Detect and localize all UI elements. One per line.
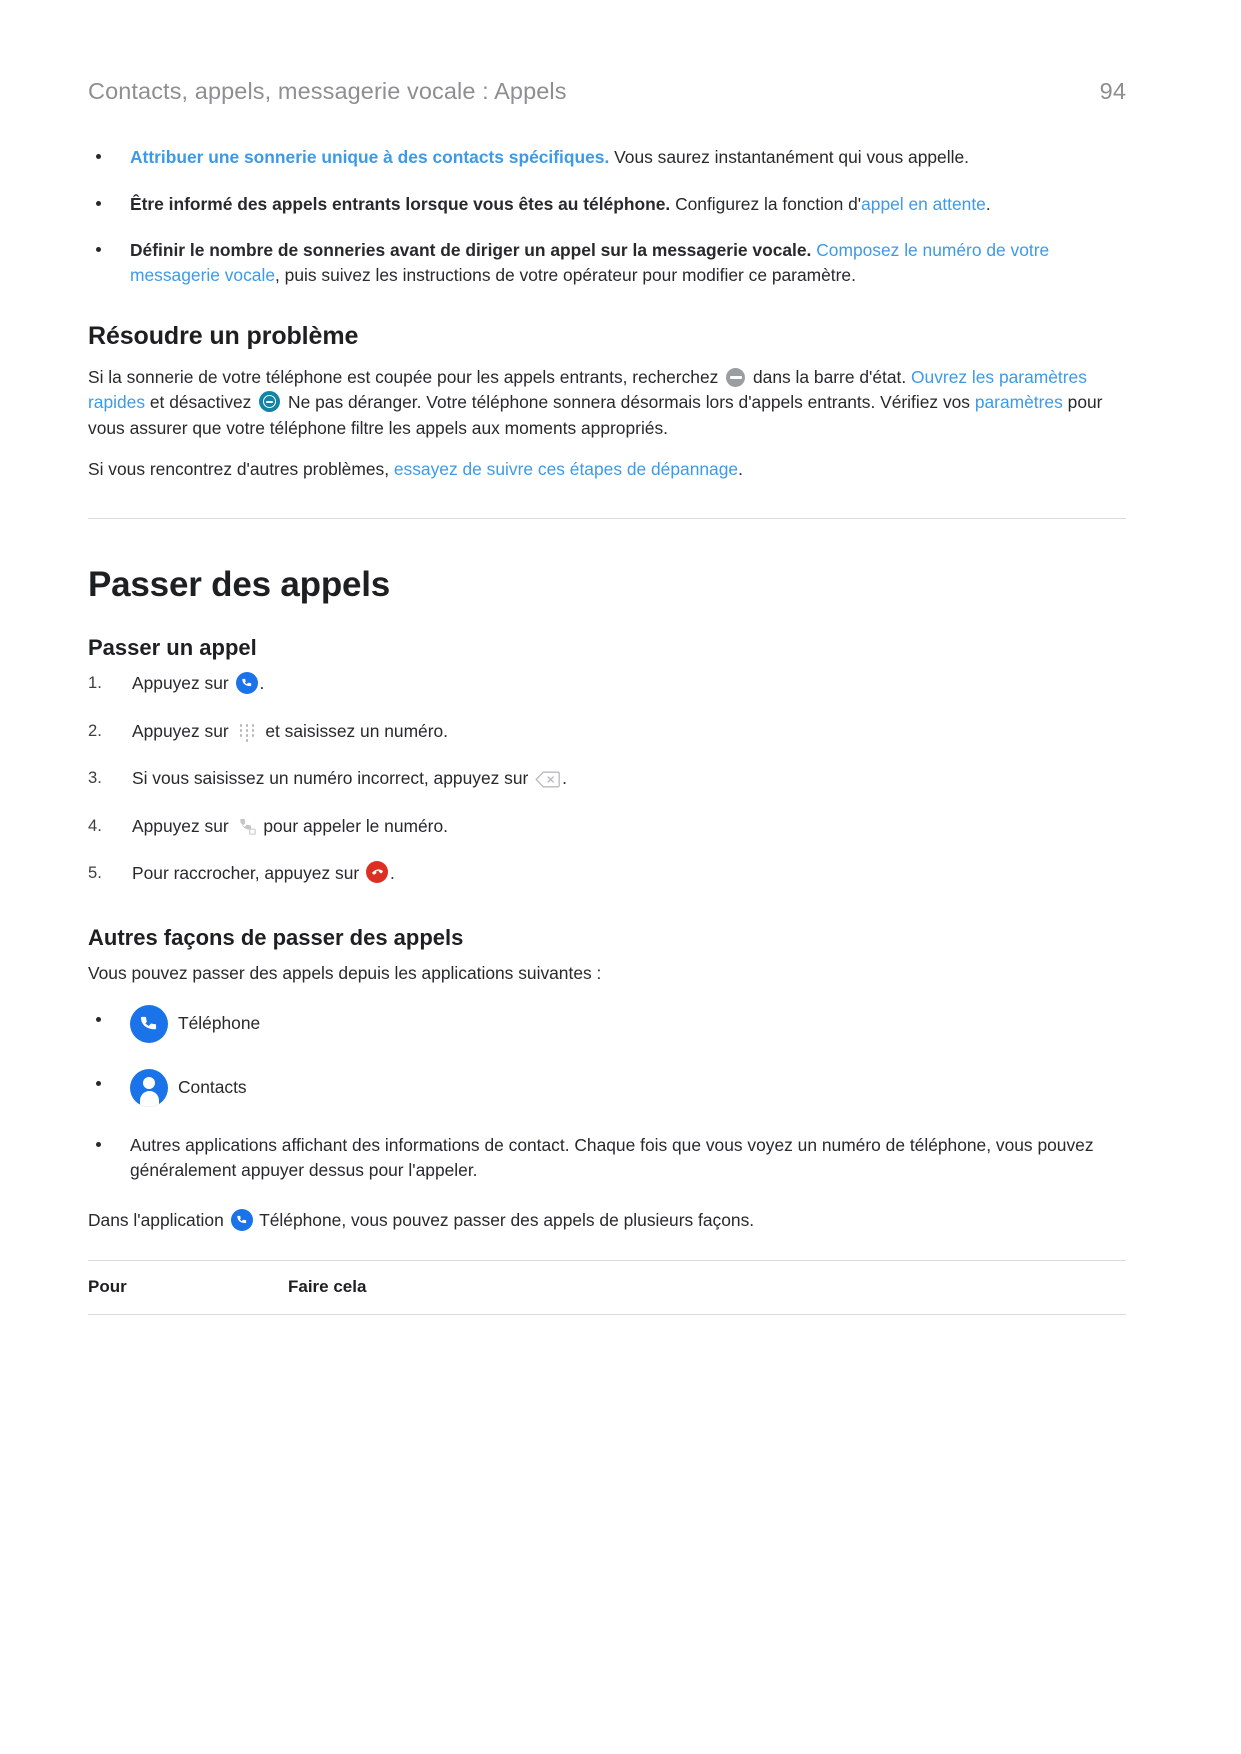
step-text: Pour raccrocher, appuyez sur xyxy=(132,863,364,884)
list-item: Être informé des appels entrants lorsque… xyxy=(88,192,1126,217)
bullet-text: Autres applications affichant des inform… xyxy=(130,1134,1094,1180)
bullet-lead: Être informé des appels entrants lorsque… xyxy=(130,193,671,214)
text-run: Si la sonnerie de votre téléphone est co… xyxy=(88,366,724,387)
numbered-step-list: Appuyez sur . Appuyez sur et saisissez u… xyxy=(88,671,1126,885)
text-run: et désactivez xyxy=(145,392,257,413)
bullet-lead-link[interactable]: Attribuer une sonnerie unique à des cont… xyxy=(130,147,609,167)
page-content: Contacts, appels, messagerie vocale : Ap… xyxy=(88,78,1126,1315)
text-run: Téléphone, vous pouvez passer des appels… xyxy=(254,1210,755,1231)
step-text-tail: et saisissez un numéro. xyxy=(260,720,449,741)
bullet-text-tail: . xyxy=(985,193,991,214)
step-text-tail: . xyxy=(259,673,265,694)
troubleshoot-paragraph-2: Si vous rencontrez d'autres problèmes, e… xyxy=(88,457,1126,482)
list-item: Appuyez sur et saisissez un numéro. xyxy=(88,719,1126,743)
step-text-tail: . xyxy=(390,863,395,884)
phone-app-icon xyxy=(235,671,258,694)
document-page: Contacts, appels, messagerie vocale : Ap… xyxy=(0,0,1241,1754)
procedure-table: Pour Faire cela xyxy=(88,1259,1126,1315)
text-run: Dans l'application xyxy=(88,1210,229,1231)
list-item: Définir le nombre de sonneries avant de … xyxy=(88,238,1126,287)
text-run: . xyxy=(738,459,743,480)
list-item: Appuyez sur pour appeler le numéro. xyxy=(88,814,1126,838)
bullet-text-tail: , puis suivez les instructions de votre … xyxy=(275,265,856,286)
intro-bullet-list: Attribuer une sonnerie unique à des cont… xyxy=(88,145,1126,288)
bullet-lead: Définir le nombre de sonneries avant de … xyxy=(130,240,812,261)
do-not-disturb-toggle-icon xyxy=(259,391,281,413)
chapter-title: Passer des appels xyxy=(88,565,391,605)
troubleshoot-paragraph: Si la sonnerie de votre téléphone est co… xyxy=(88,365,1126,441)
step-text: Appuyez sur xyxy=(132,673,234,694)
step-text: Appuyez sur xyxy=(132,720,234,741)
contacts-app-icon xyxy=(130,1068,168,1107)
phone-app-icon xyxy=(230,1208,253,1231)
list-item: Téléphone xyxy=(88,1004,1126,1043)
table-header-row: Pour Faire cela xyxy=(88,1259,1126,1315)
list-item: Autres applications affichant des inform… xyxy=(88,1133,1126,1182)
section-divider xyxy=(88,518,1126,520)
app-list: Téléphone Contacts Autres applications a… xyxy=(88,1004,1126,1182)
list-item: Appuyez sur . xyxy=(88,671,1126,695)
dial-handset-icon xyxy=(235,814,258,836)
inline-link[interactable]: appel en attente xyxy=(861,194,986,214)
breadcrumb: Contacts, appels, messagerie vocale : Ap… xyxy=(88,78,567,104)
subsection-heading-other-ways: Autres façons de passer des appels xyxy=(88,925,464,951)
end-call-icon xyxy=(366,861,388,884)
section-heading-troubleshoot: Résoudre un problème xyxy=(88,321,359,350)
app-label: Téléphone xyxy=(178,1013,261,1034)
running-header: Contacts, appels, messagerie vocale : Ap… xyxy=(88,78,1126,105)
closing-paragraph: Dans l'application Téléphone, vous pouve… xyxy=(88,1208,1126,1233)
list-item: Si vous saisissez un numéro incorrect, a… xyxy=(88,766,1126,790)
text-run: Ne pas déranger. Votre téléphone sonnera… xyxy=(283,392,975,413)
app-label: Contacts xyxy=(178,1077,247,1098)
text-run: Si vous rencontrez d'autres problèmes, xyxy=(88,459,394,480)
step-text-tail: pour appeler le numéro. xyxy=(258,815,448,836)
column-header-pour: Pour xyxy=(88,1259,288,1315)
page-number: 94 xyxy=(1099,78,1126,104)
step-text: Appuyez sur xyxy=(132,815,234,836)
dialpad-icon xyxy=(239,719,256,742)
bullet-text: Vous saurez instantanément qui vous appe… xyxy=(609,147,969,167)
subsection-heading-make-call: Passer un appel xyxy=(88,635,257,661)
step-text: Si vous saisissez un numéro incorrect, a… xyxy=(132,768,534,789)
do-not-disturb-status-icon xyxy=(726,367,746,387)
list-item: Contacts xyxy=(88,1068,1126,1107)
text-run: dans la barre d'état. xyxy=(748,366,912,387)
inline-link-settings[interactable]: paramètres xyxy=(975,392,1063,412)
step-text-tail: . xyxy=(562,768,567,789)
other-ways-intro: Vous pouvez passer des appels depuis les… xyxy=(88,963,602,984)
backspace-icon xyxy=(535,770,560,788)
list-item: Attribuer une sonnerie unique à des cont… xyxy=(88,145,1126,170)
inline-link-troubleshooting-steps[interactable]: essayez de suivre ces étapes de dépannag… xyxy=(394,459,738,479)
column-header-faire-cela: Faire cela xyxy=(288,1259,1126,1315)
bullet-text: Configurez la fonction d' xyxy=(670,193,862,214)
phone-app-icon xyxy=(130,1004,168,1043)
list-item: Pour raccrocher, appuyez sur . xyxy=(88,861,1126,885)
